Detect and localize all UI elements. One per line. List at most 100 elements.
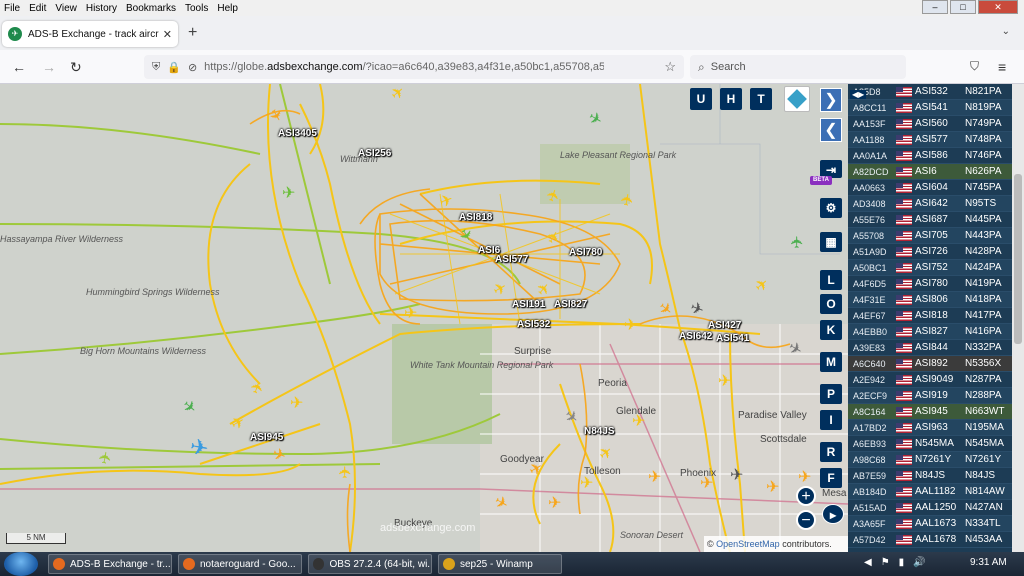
aircraft-icon[interactable]: ✈ <box>548 496 561 512</box>
scroll-thumb[interactable] <box>1014 174 1022 344</box>
table-row[interactable]: A55708 ASI705 N443PA <box>848 228 1012 244</box>
callsign-asi256[interactable]: ASI256 <box>358 148 391 159</box>
back-button[interactable]: ← <box>12 59 26 75</box>
pocket-icon[interactable]: ⛉ <box>970 59 979 74</box>
table-row[interactable]: A55E76 ASI687 N445PA <box>848 212 1012 228</box>
aircraft-icon[interactable]: ✈ <box>718 374 731 390</box>
expand-right-button[interactable]: ❯ <box>820 88 842 112</box>
tab-adsb[interactable]: ✈ ADS-B Exchange - track aircraft ✕ <box>2 21 178 47</box>
shield-icon[interactable]: ⛨ <box>152 61 160 74</box>
close-window-button[interactable]: ✕ <box>978 0 1018 14</box>
callsign-asi780[interactable]: ASI780 <box>569 247 602 258</box>
table-row[interactable]: A4F6D5 ASI780 N419PA <box>848 276 1012 292</box>
altitude-chart-icon[interactable]: ▦ <box>820 232 842 252</box>
zoom-in-button[interactable]: + <box>796 486 816 506</box>
k-button[interactable]: K <box>820 320 842 340</box>
aircraft-icon[interactable]: ✈ <box>624 318 637 334</box>
aircraft-icon[interactable]: ✈ <box>404 306 417 322</box>
table-row[interactable]: A57D42 AAL1678 N453AA <box>848 532 1012 548</box>
table-row[interactable]: AA0663 ASI604 N745PA <box>848 180 1012 196</box>
new-tab-button[interactable]: + <box>188 24 197 42</box>
aircraft-icon[interactable]: ✈ <box>700 476 713 492</box>
collapse-table-icon[interactable]: ◀▶ <box>850 90 867 99</box>
menu-view[interactable]: View <box>55 3 77 14</box>
map-view[interactable]: Hassayampa River Wilderness Hummingbird … <box>0 84 848 552</box>
table-row[interactable]: A98C68 N7261Y N7261Y <box>848 452 1012 468</box>
url-bar[interactable]: ⛨ 🔒 ⊘ https://globe.adsbexchange.com/?ic… <box>144 55 684 79</box>
aircraft-icon[interactable]: ✈ <box>188 434 210 462</box>
callsign-asi827[interactable]: ASI827 <box>554 299 587 310</box>
aircraft-icon[interactable]: ✈ <box>798 470 811 486</box>
callsign-n84js[interactable]: N84JS <box>584 426 615 437</box>
callsign-asi577[interactable]: ASI577 <box>495 254 528 265</box>
list-all-tabs-button[interactable]: ⌄ <box>1002 26 1010 37</box>
callsign-asi818[interactable]: ASI818 <box>459 212 492 223</box>
aircraft-icon[interactable]: ✈ <box>730 468 743 484</box>
tray-expand-icon[interactable]: ◀ <box>864 557 872 568</box>
o-button[interactable]: O <box>820 294 842 314</box>
table-row[interactable]: AD3408 ASI642 N95TS <box>848 196 1012 212</box>
i-button[interactable]: I <box>820 410 842 430</box>
layers-button[interactable] <box>784 86 810 112</box>
table-row[interactable]: A2ECF9 ASI919 N288PA <box>848 388 1012 404</box>
replay-icon[interactable]: ▸ <box>822 504 844 524</box>
maximize-button[interactable]: □ <box>950 0 976 14</box>
table-row[interactable]: AA1188 ASI577 N748PA <box>848 132 1012 148</box>
callsign-asi3405[interactable]: ASI3405 <box>278 128 317 139</box>
h-button[interactable]: H <box>720 88 742 110</box>
url-text[interactable]: https://globe.adsbexchange.com/?icao=a6c… <box>204 61 604 73</box>
aircraft-icon[interactable]: ✈ <box>338 465 355 478</box>
table-row[interactable]: A51A9D ASI726 N428PA <box>848 244 1012 260</box>
menu-file[interactable]: File <box>4 3 20 14</box>
l-button[interactable]: L <box>820 270 842 290</box>
lock-icon[interactable]: 🔒 <box>167 61 181 74</box>
start-button[interactable] <box>4 552 38 576</box>
p-button[interactable]: P <box>820 384 842 404</box>
openstreetmap-link[interactable]: OpenStreetMap <box>716 539 780 549</box>
volume-icon[interactable]: 🔊 <box>913 557 925 568</box>
bookmark-star-icon[interactable]: ☆ <box>664 59 676 75</box>
f-button[interactable]: F <box>820 468 842 488</box>
table-row[interactable]: AA153F ASI560 N749PA <box>848 116 1012 132</box>
table-row[interactable]: A6C640 ASI892 N5356X <box>848 356 1012 372</box>
callsign-asi191[interactable]: ASI191 <box>512 299 545 310</box>
aircraft-icon[interactable]: ✈ <box>282 186 295 202</box>
table-row[interactable]: AB7E59 N84JS N84JS <box>848 468 1012 484</box>
table-scrollbar[interactable] <box>1012 84 1024 552</box>
table-row[interactable]: A2E942 ASI9049 N287PA <box>848 372 1012 388</box>
menu-help[interactable]: Help <box>217 3 238 14</box>
table-row[interactable]: A17BD2 ASI963 N195MA <box>848 420 1012 436</box>
aircraft-icon[interactable]: ✈ <box>290 396 303 412</box>
callsign-asi945[interactable]: ASI945 <box>250 432 283 443</box>
callsign-asi642[interactable]: ASI642 <box>679 331 712 342</box>
aircraft-icon[interactable]: ✈ <box>97 450 116 466</box>
r-button[interactable]: R <box>820 442 842 462</box>
table-row[interactable]: A8C164 ASI945 N663WT <box>848 404 1012 420</box>
reload-button[interactable]: ↻ <box>70 59 82 76</box>
aircraft-icon[interactable]: ✈ <box>648 470 661 486</box>
aircraft-icon[interactable]: ✈ <box>619 192 638 208</box>
aircraft-icon[interactable]: ✈ <box>580 476 593 492</box>
table-row[interactable]: A8CC11 ASI541 N819PA <box>848 100 1012 116</box>
menu-bookmarks[interactable]: Bookmarks <box>126 3 176 14</box>
table-row[interactable]: A39E83 ASI844 N332PA <box>848 340 1012 356</box>
aircraft-icon[interactable]: ✈ <box>632 414 645 430</box>
table-row[interactable]: A6EB93 N545MA N545MA <box>848 436 1012 452</box>
table-row[interactable]: A50BC1 ASI752 N424PA <box>848 260 1012 276</box>
minimize-button[interactable]: – <box>922 0 948 14</box>
network-icon[interactable]: ▮ <box>899 557 905 568</box>
menu-tools[interactable]: Tools <box>185 3 208 14</box>
zoom-out-button[interactable]: − <box>796 510 816 530</box>
menu-edit[interactable]: Edit <box>29 3 46 14</box>
forward-button[interactable]: → <box>42 59 56 75</box>
search-bar[interactable]: ⌕ Search <box>690 55 906 79</box>
action-center-icon[interactable]: ⚑ <box>881 557 890 568</box>
t-button[interactable]: T <box>750 88 772 110</box>
tab-close-icon[interactable]: ✕ <box>163 28 172 41</box>
m-button[interactable]: M <box>820 352 842 372</box>
clock[interactable]: 9:31 AM <box>970 557 1007 568</box>
settings-gear-icon[interactable]: ⚙ <box>820 198 842 218</box>
table-row[interactable]: A4EF67 ASI818 N417PA <box>848 308 1012 324</box>
callsign-asi532[interactable]: ASI532 <box>517 319 550 330</box>
taskbar-item[interactable]: OBS 27.2.4 (64-bit, wi... <box>308 554 432 574</box>
